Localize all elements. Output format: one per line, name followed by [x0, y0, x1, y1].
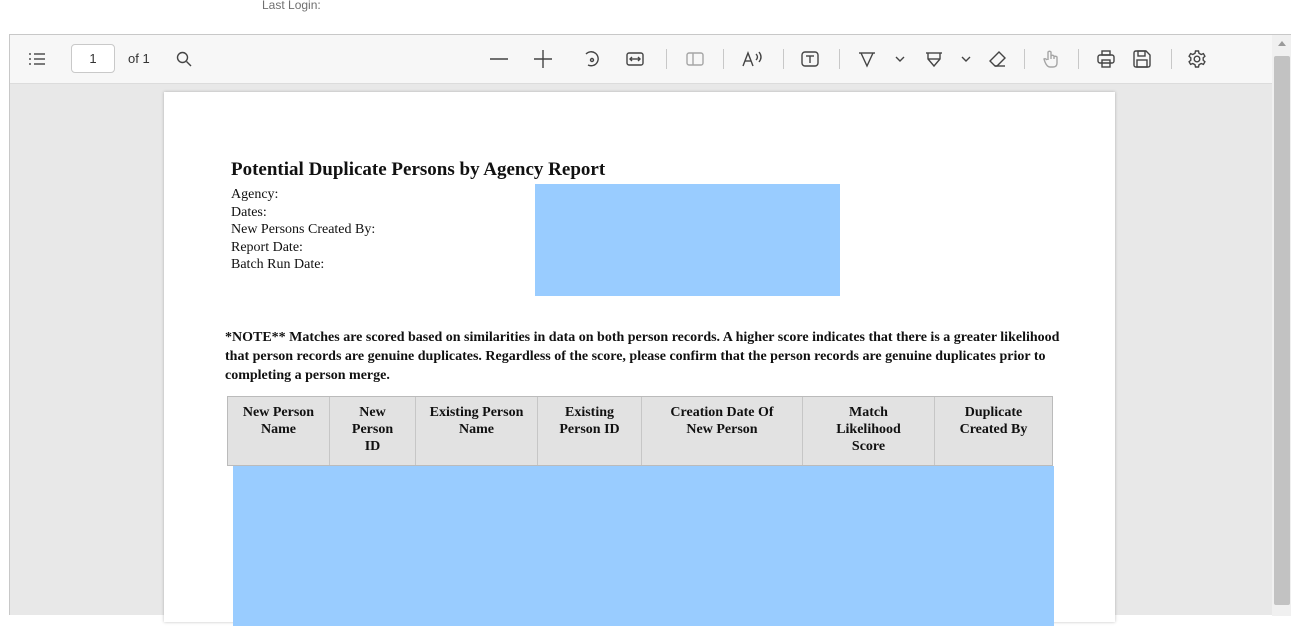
zoom-in-icon[interactable]	[532, 48, 554, 70]
report-table-header: New Person Name New Person ID Existing P…	[227, 396, 1053, 466]
meta-created-by-label: New Persons Created By:	[231, 222, 376, 237]
settings-icon[interactable]	[1186, 48, 1208, 70]
toolbar-separator	[1171, 49, 1172, 69]
page-view-icon[interactable]	[684, 48, 706, 70]
header-match-score: Match Likelihood Score	[803, 397, 935, 465]
meta-report-date-label: Report Date:	[231, 239, 303, 255]
rotate-icon[interactable]	[580, 48, 602, 70]
pdf-viewer: 1 of 1 Potential Duplicate Persons by Ag…	[9, 34, 1291, 626]
page-number-input[interactable]: 1	[71, 44, 115, 73]
draw-options-chevron-icon[interactable]	[893, 48, 907, 70]
toolbar-separator	[666, 49, 667, 69]
redacted-meta-values	[535, 184, 840, 296]
eraser-icon[interactable]	[987, 48, 1009, 70]
print-icon[interactable]	[1095, 48, 1117, 70]
pdf-toolbar: 1 of 1	[10, 35, 1272, 84]
meta-dates-label: Dates:	[231, 204, 267, 220]
toolbar-separator	[1078, 49, 1079, 69]
last-login-label: Last Login:	[262, 0, 321, 12]
header-existing-person-name: Existing Person Name	[416, 397, 538, 465]
touch-icon[interactable]	[1040, 48, 1062, 70]
header-new-person-id: New Person ID	[330, 397, 416, 465]
highlight-icon[interactable]	[923, 48, 945, 70]
top-strip: Last Login:	[0, 0, 1291, 34]
text-box-icon[interactable]	[799, 48, 821, 70]
header-creation-date: Creation Date Of New Person	[642, 397, 803, 465]
highlight-options-chevron-icon[interactable]	[959, 48, 973, 70]
toolbar-separator	[723, 49, 724, 69]
header-duplicate-created-by: Duplicate Created By	[959, 405, 1028, 437]
contents-icon[interactable]	[26, 48, 48, 70]
scrollbar-thumb[interactable]	[1274, 56, 1290, 605]
toolbar-separator	[783, 49, 784, 69]
header-new-person-name: New Person Name	[228, 397, 330, 465]
report-meta: Agency: Dates: New Persons Created By: R…	[231, 186, 375, 274]
header-existing-person-id: Existing Person ID	[538, 397, 642, 465]
pdf-page: Potential Duplicate Persons by Agency Re…	[164, 92, 1115, 626]
read-aloud-icon[interactable]	[740, 48, 766, 70]
toolbar-separator	[1024, 49, 1025, 69]
save-icon[interactable]	[1131, 48, 1153, 70]
fit-width-icon[interactable]	[624, 48, 646, 70]
report-title: Potential Duplicate Persons by Agency Re…	[231, 159, 606, 180]
draw-icon[interactable]	[856, 48, 878, 70]
zoom-out-icon[interactable]	[488, 48, 510, 70]
meta-batch-run-date-label: Batch Run Date:	[231, 257, 325, 272]
meta-agency-label: Agency:	[231, 187, 279, 202]
report-note: *NOTE** Matches are scored based on simi…	[225, 330, 1060, 383]
redacted-table-rows	[233, 466, 1054, 626]
search-icon[interactable]	[173, 48, 195, 70]
toolbar-separator	[839, 49, 840, 69]
page-count-label: of 1	[128, 51, 150, 66]
scroll-up-arrow-icon[interactable]	[1278, 41, 1286, 46]
